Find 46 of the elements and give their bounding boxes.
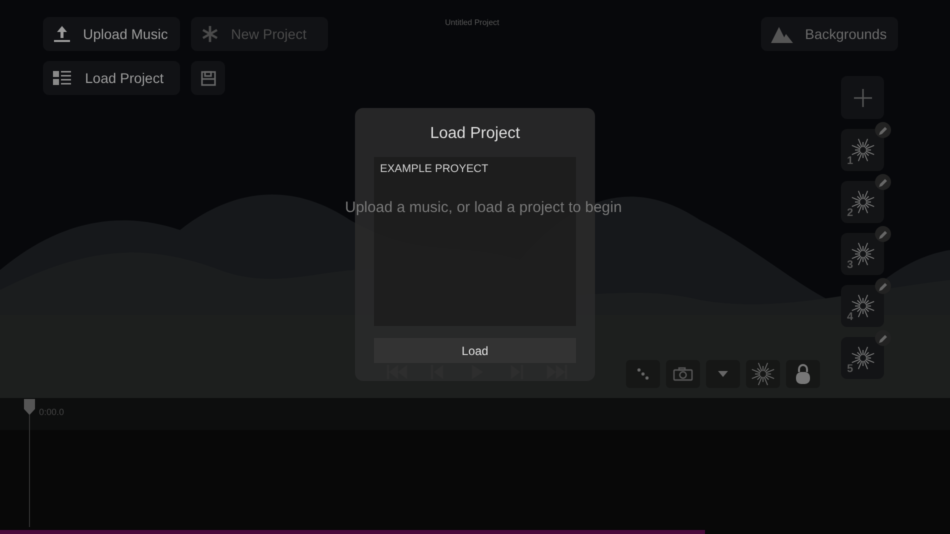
sound-button[interactable] bbox=[746, 360, 780, 388]
upload-music-button[interactable]: Upload Music bbox=[43, 17, 180, 51]
dots-icon bbox=[637, 368, 649, 380]
lock-icon bbox=[796, 364, 810, 384]
asterisk-icon bbox=[201, 25, 219, 43]
burst-icon bbox=[850, 137, 876, 163]
dialog-title: Load Project bbox=[430, 124, 520, 144]
plus-icon bbox=[854, 88, 872, 106]
pencil-icon bbox=[878, 230, 888, 238]
playhead-icon bbox=[24, 399, 35, 527]
preset-number: 4 bbox=[847, 310, 854, 324]
preset-tile[interactable]: 1 bbox=[841, 129, 884, 171]
preset-tile[interactable]: 2 bbox=[841, 181, 884, 223]
preset-tile[interactable]: 5 bbox=[841, 337, 884, 379]
caret-icon bbox=[718, 371, 728, 377]
preset-number: 3 bbox=[847, 258, 854, 272]
edit-button[interactable] bbox=[875, 122, 891, 138]
mountain-icon bbox=[771, 25, 793, 43]
burst-icon bbox=[750, 361, 776, 387]
load-project-button[interactable]: Load Project bbox=[43, 61, 180, 95]
preset-number: 5 bbox=[847, 362, 854, 376]
load-button[interactable]: Load bbox=[374, 338, 576, 363]
upload-icon bbox=[53, 25, 71, 43]
camera-button[interactable] bbox=[666, 360, 700, 388]
preset-number: 2 bbox=[847, 206, 854, 220]
save-button[interactable] bbox=[191, 61, 225, 95]
project-title: Untitled Project bbox=[445, 17, 500, 29]
burst-icon bbox=[850, 345, 876, 371]
preset-number: 1 bbox=[847, 154, 854, 168]
edit-button[interactable] bbox=[875, 174, 891, 190]
save-icon bbox=[200, 70, 216, 86]
dropdown-button[interactable] bbox=[706, 360, 740, 388]
camera-icon bbox=[673, 367, 693, 381]
edit-button[interactable] bbox=[875, 226, 891, 242]
list-icon bbox=[53, 71, 71, 85]
hint-text: Upload a music, or load a project to begin bbox=[345, 198, 622, 218]
pencil-icon bbox=[878, 126, 888, 134]
lock-button[interactable] bbox=[786, 360, 820, 388]
backgrounds-button[interactable]: Backgrounds bbox=[761, 17, 898, 51]
pencil-icon bbox=[878, 334, 888, 342]
dots-button[interactable] bbox=[626, 360, 660, 388]
preset-tile[interactable]: 3 bbox=[841, 233, 884, 275]
pencil-icon bbox=[878, 282, 888, 290]
preset-tile[interactable]: 4 bbox=[841, 285, 884, 327]
project-item[interactable]: EXAMPLE PROYECT bbox=[380, 161, 570, 178]
pencil-icon bbox=[878, 178, 888, 186]
